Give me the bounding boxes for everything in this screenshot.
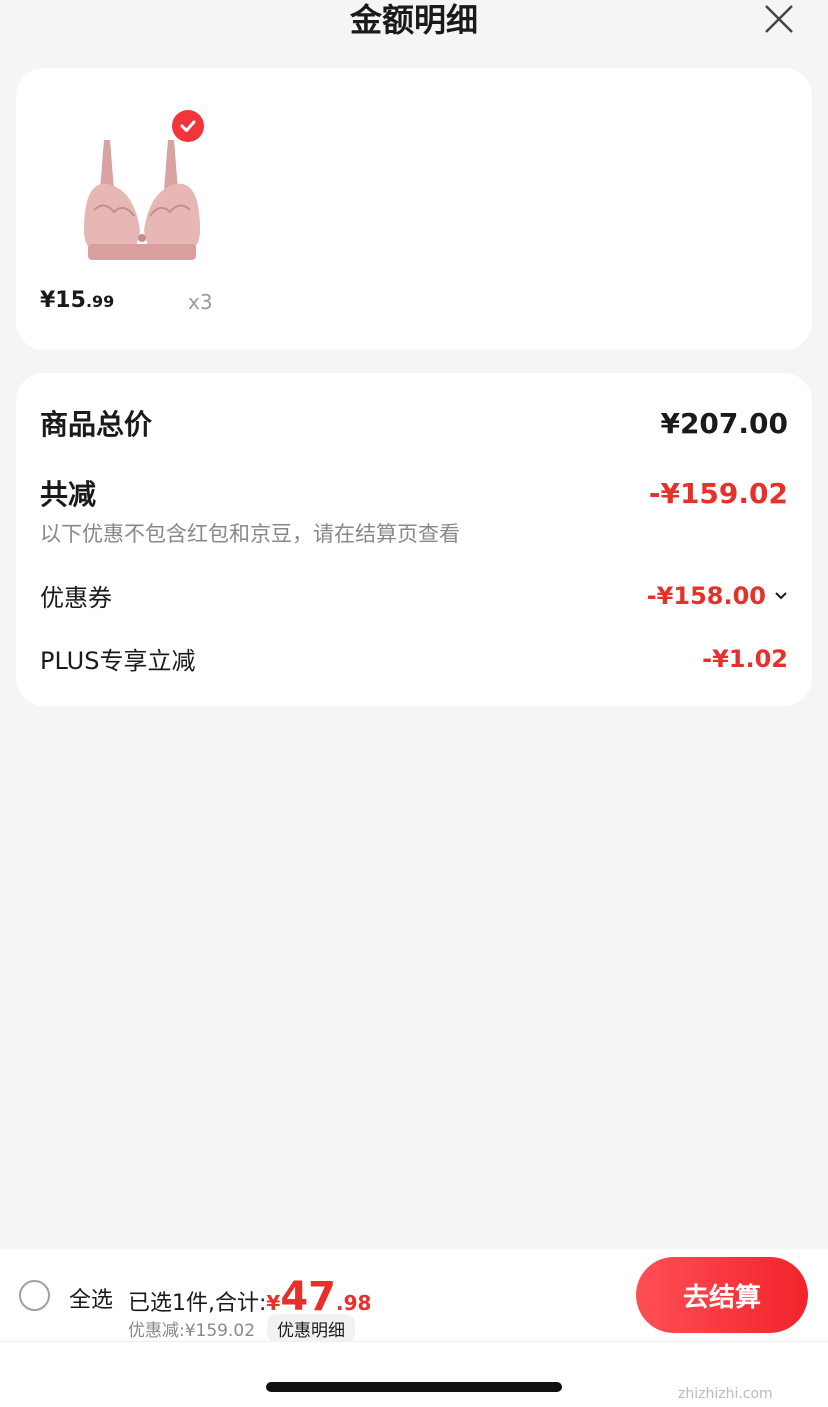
selected-check-badge[interactable] [172, 110, 204, 142]
product-card: ¥15.99 x3 [16, 68, 812, 350]
total-reduce-value: -¥159.02 [648, 476, 788, 510]
total-reduce-row: 共减 -¥159.02 [40, 473, 788, 513]
checkout-button[interactable]: 去结算 [636, 1257, 808, 1333]
discount-amount: 优惠减:¥159.02 [128, 1321, 256, 1341]
product-quantity: x3 [188, 290, 213, 314]
summary-card: 商品总价 ¥207.00 共减 -¥159.02 以下优惠不包含红包和京豆，请在… [16, 373, 812, 706]
discount-detail-button[interactable]: 优惠明细 [267, 1314, 356, 1343]
coupon-row[interactable]: 优惠券 -¥158.00 [40, 578, 788, 613]
discount-line: 优惠减:¥159.02 优惠明细 [128, 1314, 356, 1343]
select-all-label[interactable]: 全选 [69, 1282, 113, 1314]
price-integer: ¥15 [40, 288, 86, 313]
home-area: zhizhizhi.com [0, 1341, 828, 1407]
product-image[interactable] [64, 120, 224, 310]
home-indicator[interactable] [266, 1382, 562, 1392]
chevron-down-icon [775, 591, 787, 599]
total-symbol: ¥ [266, 1291, 281, 1315]
coupon-value-wrap[interactable]: -¥158.00 [647, 582, 788, 610]
coupon-value: -¥158.00 [646, 581, 766, 610]
product-price: ¥15.99 [40, 288, 114, 313]
selected-summary: 已选1件,合计: ¥ 47 .98 [128, 1277, 371, 1317]
total-reduce-label: 共减 [40, 478, 97, 511]
page-title: 金额明细 [349, 1, 478, 39]
plus-discount-value: -¥1.02 [702, 644, 788, 673]
close-icon [765, 5, 793, 33]
price-decimal: .99 [85, 292, 115, 311]
discount-note: 以下优惠不包含红包和京豆，请在结算页查看 [40, 522, 460, 546]
selected-count-text: 已选1件,合计: [128, 1291, 267, 1316]
checkout-bar: 全选 已选1件,合计: ¥ 47 .98 优惠减:¥159.02 优惠明细 去结… [0, 1249, 828, 1343]
goods-total-row: 商品总价 ¥207.00 [40, 403, 788, 443]
check-icon [180, 120, 196, 132]
bra-image [84, 140, 200, 260]
coupon-label: 优惠券 [40, 584, 112, 612]
total-decimal: .98 [336, 1291, 372, 1315]
header: 金额明细 [0, 0, 828, 50]
select-all-checkbox[interactable] [19, 1280, 50, 1311]
plus-discount-label: PLUS专享立减 [40, 647, 196, 675]
plus-discount-row: PLUS专享立减 -¥1.02 [40, 641, 788, 676]
total-integer: 47 [280, 1274, 336, 1320]
goods-total-label: 商品总价 [40, 408, 153, 441]
goods-total-value: ¥207.00 [660, 406, 788, 440]
close-button[interactable] [760, 2, 800, 38]
watermark: zhizhizhi.com [678, 1386, 773, 1402]
